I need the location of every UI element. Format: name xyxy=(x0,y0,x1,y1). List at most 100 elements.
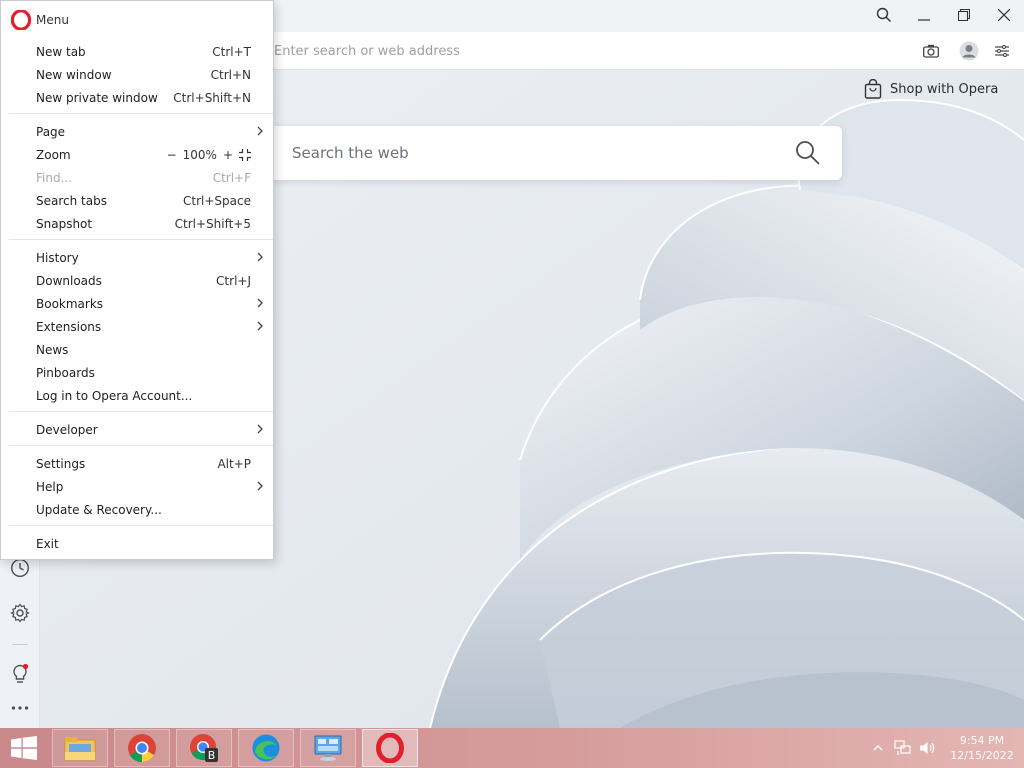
menu-item-exit[interactable]: Exit xyxy=(1,532,273,555)
show-hidden-icons-icon[interactable] xyxy=(872,743,884,753)
minimize-button[interactable] xyxy=(904,0,944,30)
search-icon xyxy=(876,7,891,22)
menu-item-page[interactable]: Page xyxy=(1,120,273,143)
shop-with-opera-link[interactable]: Shop with Opera xyxy=(864,78,998,100)
taskbar-control-panel[interactable] xyxy=(300,729,356,767)
volume-icon[interactable] xyxy=(918,740,936,756)
search-icon[interactable] xyxy=(794,139,822,167)
menu-item-search-tabs[interactable]: Search tabs Ctrl+Space xyxy=(1,189,273,212)
menu-item-label: Search tabs xyxy=(36,193,107,208)
system-tray: 9:54 PM 12/15/2022 xyxy=(872,728,1024,768)
chevron-right-icon xyxy=(257,298,263,308)
menu-item-label: Update & Recovery... xyxy=(36,502,162,517)
menu-item-shortcut: Ctrl+Shift+N xyxy=(173,90,251,105)
chrome-beta-icon: B xyxy=(190,734,218,762)
menu-item-label: Pinboards xyxy=(36,365,95,380)
menu-item-settings[interactable]: Settings Alt+P xyxy=(1,452,273,475)
easy-setup-button[interactable] xyxy=(991,40,1013,62)
taskbar-chrome-beta[interactable]: B xyxy=(176,729,232,767)
zoom-in-button[interactable]: + xyxy=(223,148,233,162)
menu-item-label: Help xyxy=(36,479,64,494)
zoom-controls: − 100% + xyxy=(167,148,251,162)
chevron-right-icon xyxy=(257,252,263,262)
menu-item-extensions[interactable]: Extensions xyxy=(1,315,273,338)
taskbar-chrome[interactable] xyxy=(114,729,170,767)
menu-separator xyxy=(9,411,273,412)
chevron-right-icon xyxy=(257,481,263,491)
menu-item-label: Snapshot xyxy=(36,216,93,231)
start-button[interactable] xyxy=(0,728,48,768)
restore-button[interactable] xyxy=(944,0,984,30)
menu-item-label: Log in to Opera Account... xyxy=(36,388,193,403)
windows-logo-icon xyxy=(11,736,37,760)
menu-item-shortcut: Ctrl+J xyxy=(216,273,251,288)
taskbar-edge[interactable] xyxy=(238,729,294,767)
chevron-right-icon xyxy=(257,126,263,136)
menu-header[interactable]: Menu xyxy=(11,10,69,30)
menu-item-news[interactable]: News xyxy=(1,338,273,361)
sidebar-more-button[interactable] xyxy=(8,696,32,720)
search-tabs-button[interactable] xyxy=(864,0,904,30)
menu-title: Menu xyxy=(36,13,69,27)
user-avatar-icon xyxy=(959,41,979,61)
menu-item-shortcut: Ctrl+Space xyxy=(183,193,251,208)
menu-separator xyxy=(9,113,273,114)
menu-item-shortcut: Ctrl+F xyxy=(212,170,251,185)
menu-item-new-window[interactable]: New window Ctrl+N xyxy=(1,63,273,86)
menu-item-label: Extensions xyxy=(36,319,102,334)
menu-item-label: Developer xyxy=(36,422,98,437)
web-search-input[interactable] xyxy=(292,140,772,166)
menu-item-update-recovery[interactable]: Update & Recovery... xyxy=(1,498,273,521)
menu-item-zoom: Zoom − 100% + xyxy=(1,143,273,166)
menu-item-downloads[interactable]: Downloads Ctrl+J xyxy=(1,269,273,292)
menu-item-label: Page xyxy=(36,124,66,139)
menu-item-new-tab[interactable]: New tab Ctrl+T xyxy=(1,40,273,63)
settings-sliders-icon xyxy=(995,45,1009,57)
menu-item-history[interactable]: History xyxy=(1,246,273,269)
chevron-right-icon xyxy=(257,321,263,331)
sidebar-settings-button[interactable] xyxy=(8,601,32,625)
lightbulb-icon xyxy=(13,663,29,683)
menu-item-new-private-window[interactable]: New private window Ctrl+Shift+N xyxy=(1,86,273,109)
sidebar-tips-button[interactable] xyxy=(8,662,32,686)
svg-text:B: B xyxy=(208,749,216,762)
chrome-icon xyxy=(128,734,156,763)
fullscreen-icon[interactable] xyxy=(239,148,251,161)
windows-taskbar: B 9:54 PM 12/15/2022 xyxy=(0,728,1024,768)
menu-item-developer[interactable]: Developer xyxy=(1,418,273,441)
camera-icon xyxy=(923,44,939,58)
close-button[interactable] xyxy=(984,0,1024,30)
shop-label: Shop with Opera xyxy=(890,81,999,97)
gear-icon xyxy=(10,603,30,623)
menu-item-label: Zoom xyxy=(36,147,71,162)
menu-item-shortcut: Ctrl+Shift+5 xyxy=(174,216,251,231)
opera-logo-icon xyxy=(11,10,31,30)
menu-item-label: Settings xyxy=(36,456,86,471)
menu-item-find: Find... Ctrl+F xyxy=(1,166,273,189)
system-clock[interactable]: 9:54 PM 12/15/2022 xyxy=(940,733,1024,763)
zoom-out-button[interactable]: − xyxy=(167,148,177,162)
clock-time: 9:54 PM xyxy=(959,734,1005,747)
menu-item-label: New tab xyxy=(36,44,86,59)
menu-item-log-in[interactable]: Log in to Opera Account... xyxy=(1,384,273,407)
menu-item-bookmarks[interactable]: Bookmarks xyxy=(1,292,273,315)
sidebar-separator xyxy=(12,644,28,645)
network-icon[interactable] xyxy=(894,740,912,756)
menu-item-shortcut: Ctrl+T xyxy=(212,44,251,59)
address-input[interactable] xyxy=(274,40,874,62)
opera-icon xyxy=(376,733,404,763)
menu-item-label: New window xyxy=(36,67,112,82)
file-explorer-icon xyxy=(64,737,96,761)
menu-item-snapshot[interactable]: Snapshot Ctrl+Shift+5 xyxy=(1,212,273,235)
menu-item-pinboards[interactable]: Pinboards xyxy=(1,361,273,384)
taskbar-opera[interactable] xyxy=(362,729,418,767)
account-button[interactable] xyxy=(958,40,980,62)
control-panel-icon xyxy=(314,735,342,761)
more-dots-icon xyxy=(11,706,29,710)
snapshot-button[interactable] xyxy=(920,40,942,62)
menu-item-help[interactable]: Help xyxy=(1,475,273,498)
taskbar-file-explorer[interactable] xyxy=(52,729,108,767)
menu-item-label: News xyxy=(36,342,69,357)
restore-icon xyxy=(958,9,970,21)
zoom-level: 100% xyxy=(182,147,217,162)
